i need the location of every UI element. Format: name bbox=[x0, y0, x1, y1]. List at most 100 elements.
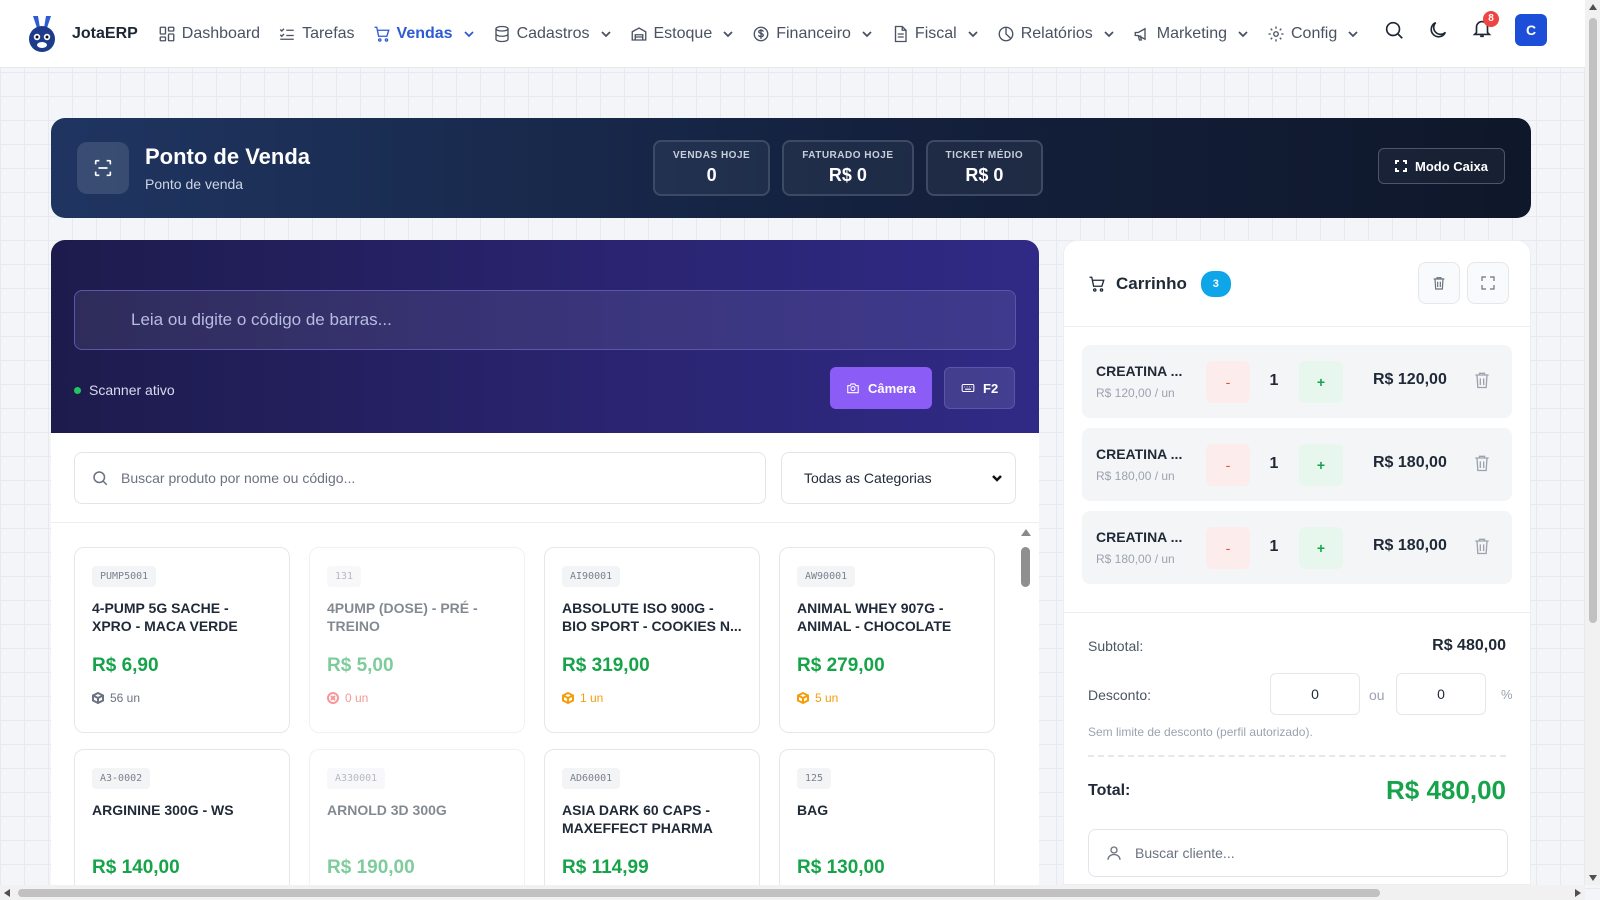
product-name: ANIMAL WHEY 907G - ANIMAL - CHOCOLATE bbox=[797, 600, 952, 634]
product-card[interactable]: AW90001 ANIMAL WHEY 907G - ANIMAL - CHOC… bbox=[779, 547, 995, 733]
nav-item-dashboard[interactable]: Dashboard bbox=[158, 25, 260, 43]
stat-label: FATURADO HOJE bbox=[802, 150, 894, 161]
qty-increase-button[interactable]: + bbox=[1299, 444, 1343, 486]
nav-item-cadastros[interactable]: Cadastros bbox=[493, 25, 612, 43]
product-price: R$ 6,90 bbox=[92, 655, 159, 676]
nav-label: Estoque bbox=[653, 24, 713, 42]
product-stock: 0 un bbox=[327, 691, 507, 705]
camera-button[interactable]: Câmera bbox=[830, 367, 932, 409]
checklist-icon bbox=[279, 27, 294, 40]
page-horizontal-scrollbar[interactable] bbox=[0, 885, 1585, 900]
notifications-button[interactable]: 8 bbox=[1471, 10, 1499, 44]
page-vertical-scrollbar[interactable] bbox=[1585, 0, 1600, 885]
nav-item-tarefas[interactable]: Tarefas bbox=[278, 25, 355, 43]
scroll-thumb[interactable] bbox=[18, 889, 1380, 897]
product-card[interactable]: AD60001 ASIA DARK 60 CAPS - MAXEFFECT PH… bbox=[544, 749, 760, 885]
remove-item-button[interactable] bbox=[1472, 452, 1492, 479]
cart-icon bbox=[1089, 276, 1105, 292]
product-name: 4-PUMP 5G SACHE - XPRO - MACA VERDE bbox=[92, 600, 238, 634]
avatar[interactable]: C bbox=[1515, 14, 1547, 46]
product-price: R$ 114,99 bbox=[562, 857, 649, 878]
discount-value-input[interactable] bbox=[1270, 673, 1360, 715]
scroll-left-arrow[interactable] bbox=[4, 889, 10, 897]
subtotal-value: R$ 480,00 bbox=[1432, 637, 1506, 654]
stat-ticket-medio: TICKET MÉDIO R$ 0 bbox=[925, 140, 1044, 196]
moon-icon[interactable] bbox=[1427, 19, 1449, 41]
category-select[interactable]: Todas as Categorias bbox=[781, 452, 1016, 504]
chevron-down-icon bbox=[968, 30, 978, 37]
qty-decrease-button[interactable]: - bbox=[1206, 527, 1250, 569]
keyboard-f2-button[interactable]: F2 bbox=[944, 367, 1016, 409]
warehouse-icon bbox=[631, 26, 646, 41]
product-name: BAG bbox=[797, 802, 829, 818]
scroll-thumb[interactable] bbox=[1021, 547, 1030, 587]
remove-item-button[interactable] bbox=[1472, 369, 1492, 396]
megaphone-icon bbox=[1134, 27, 1146, 41]
fullscreen-button[interactable] bbox=[1467, 262, 1509, 304]
nav-item-financeiro[interactable]: Financeiro bbox=[752, 25, 873, 43]
product-code: PUMP5001 bbox=[92, 566, 157, 587]
product-price: R$ 319,00 bbox=[562, 655, 650, 676]
scroll-right-arrow[interactable] bbox=[1575, 889, 1581, 897]
subtotal-row: Subtotal: R$ 480,00 bbox=[1088, 637, 1506, 655]
product-search[interactable] bbox=[74, 452, 766, 504]
percent-symbol: % bbox=[1501, 687, 1513, 702]
product-search-input[interactable] bbox=[121, 470, 721, 486]
summary-divider bbox=[1088, 755, 1506, 757]
product-name: ARGININE 300G - WS bbox=[92, 802, 234, 818]
qty-increase-button[interactable]: + bbox=[1299, 527, 1343, 569]
product-card[interactable]: A3-0002 ARGININE 300G - WS R$ 140,00 bbox=[74, 749, 290, 885]
nav-label: Marketing bbox=[1156, 24, 1227, 42]
product-code: AW90001 bbox=[797, 566, 856, 587]
chevron-down-icon bbox=[1348, 30, 1358, 37]
product-card[interactable]: A330001 ARNOLD 3D 300G R$ 190,00 bbox=[309, 749, 525, 885]
clear-cart-button[interactable] bbox=[1418, 262, 1460, 304]
qty-decrease-button[interactable]: - bbox=[1206, 444, 1250, 486]
cart-item-name: CREATINA ... bbox=[1096, 446, 1183, 462]
cart-item-name: CREATINA ... bbox=[1096, 363, 1183, 379]
barcode-input[interactable] bbox=[74, 290, 1016, 350]
nav-label: Config bbox=[1290, 24, 1338, 42]
modo-caixa-button[interactable]: Modo Caixa bbox=[1378, 148, 1505, 184]
stat-value: R$ 0 bbox=[965, 165, 1004, 185]
discount-percent-input[interactable] bbox=[1396, 673, 1486, 715]
nav-item-fiscal[interactable]: Fiscal bbox=[891, 25, 979, 43]
subtotal-label: Subtotal: bbox=[1088, 638, 1144, 654]
client-search-input[interactable] bbox=[1135, 845, 1495, 861]
top-navbar: JotaERP Dashboard Tarefas Vendas Cadastr… bbox=[0, 0, 1585, 68]
nav-item-vendas[interactable]: Vendas bbox=[373, 25, 475, 43]
brand[interactable]: JotaERP bbox=[24, 14, 138, 54]
product-code: 125 bbox=[797, 768, 832, 789]
product-card[interactable]: 125 BAG R$ 130,00 bbox=[779, 749, 995, 885]
scroll-up-arrow[interactable] bbox=[1589, 4, 1597, 10]
scanner-status-label: Scanner ativo bbox=[89, 382, 175, 398]
nav-item-relatorios[interactable]: Relatórios bbox=[997, 25, 1115, 43]
scroll-down-arrow[interactable] bbox=[1589, 875, 1597, 881]
client-search[interactable] bbox=[1088, 829, 1508, 877]
product-name: 4PUMP (DOSE) - PRÉ - TREINO bbox=[327, 600, 478, 634]
qty-decrease-button[interactable]: - bbox=[1206, 361, 1250, 403]
cart-panel: Carrinho 3 CREATINA ... R$ 120,00 / un -… bbox=[1063, 240, 1531, 885]
product-grid-scrollbar[interactable] bbox=[1019, 529, 1033, 885]
scroll-up-arrow[interactable] bbox=[1021, 529, 1031, 536]
search-icon[interactable] bbox=[1383, 19, 1405, 41]
nav-item-marketing[interactable]: Marketing bbox=[1133, 25, 1249, 43]
alert-circle-icon bbox=[327, 692, 339, 704]
cart-item-unit-price: R$ 180,00 / un bbox=[1096, 552, 1175, 566]
product-card[interactable]: AI90001 ABSOLUTE ISO 900G - BIO SPORT - … bbox=[544, 547, 760, 733]
scanner-section: Scanner ativo Câmera F2 bbox=[51, 240, 1039, 433]
stock-label: 5 un bbox=[815, 691, 839, 705]
total-value: R$ 480,00 bbox=[1386, 775, 1506, 805]
product-card[interactable]: PUMP5001 4-PUMP 5G SACHE - XPRO - MACA V… bbox=[74, 547, 290, 733]
nav-item-estoque[interactable]: Estoque bbox=[630, 25, 735, 43]
pos-header-banner: Ponto de Venda Ponto de venda VENDAS HOJ… bbox=[51, 118, 1531, 218]
product-card[interactable]: 131 4PUMP (DOSE) - PRÉ - TREINO R$ 5,00 … bbox=[309, 547, 525, 733]
qty-value: 1 bbox=[1269, 538, 1279, 555]
scroll-thumb[interactable] bbox=[1589, 18, 1597, 623]
remove-item-button[interactable] bbox=[1472, 535, 1492, 562]
qty-increase-button[interactable]: + bbox=[1299, 361, 1343, 403]
cart-item: CREATINA ... R$ 180,00 / un - 1 + R$ 180… bbox=[1082, 428, 1512, 501]
product-stock: 1 un bbox=[562, 691, 742, 705]
nav-item-config[interactable]: Config bbox=[1267, 25, 1359, 43]
product-price: R$ 5,00 bbox=[327, 655, 394, 676]
